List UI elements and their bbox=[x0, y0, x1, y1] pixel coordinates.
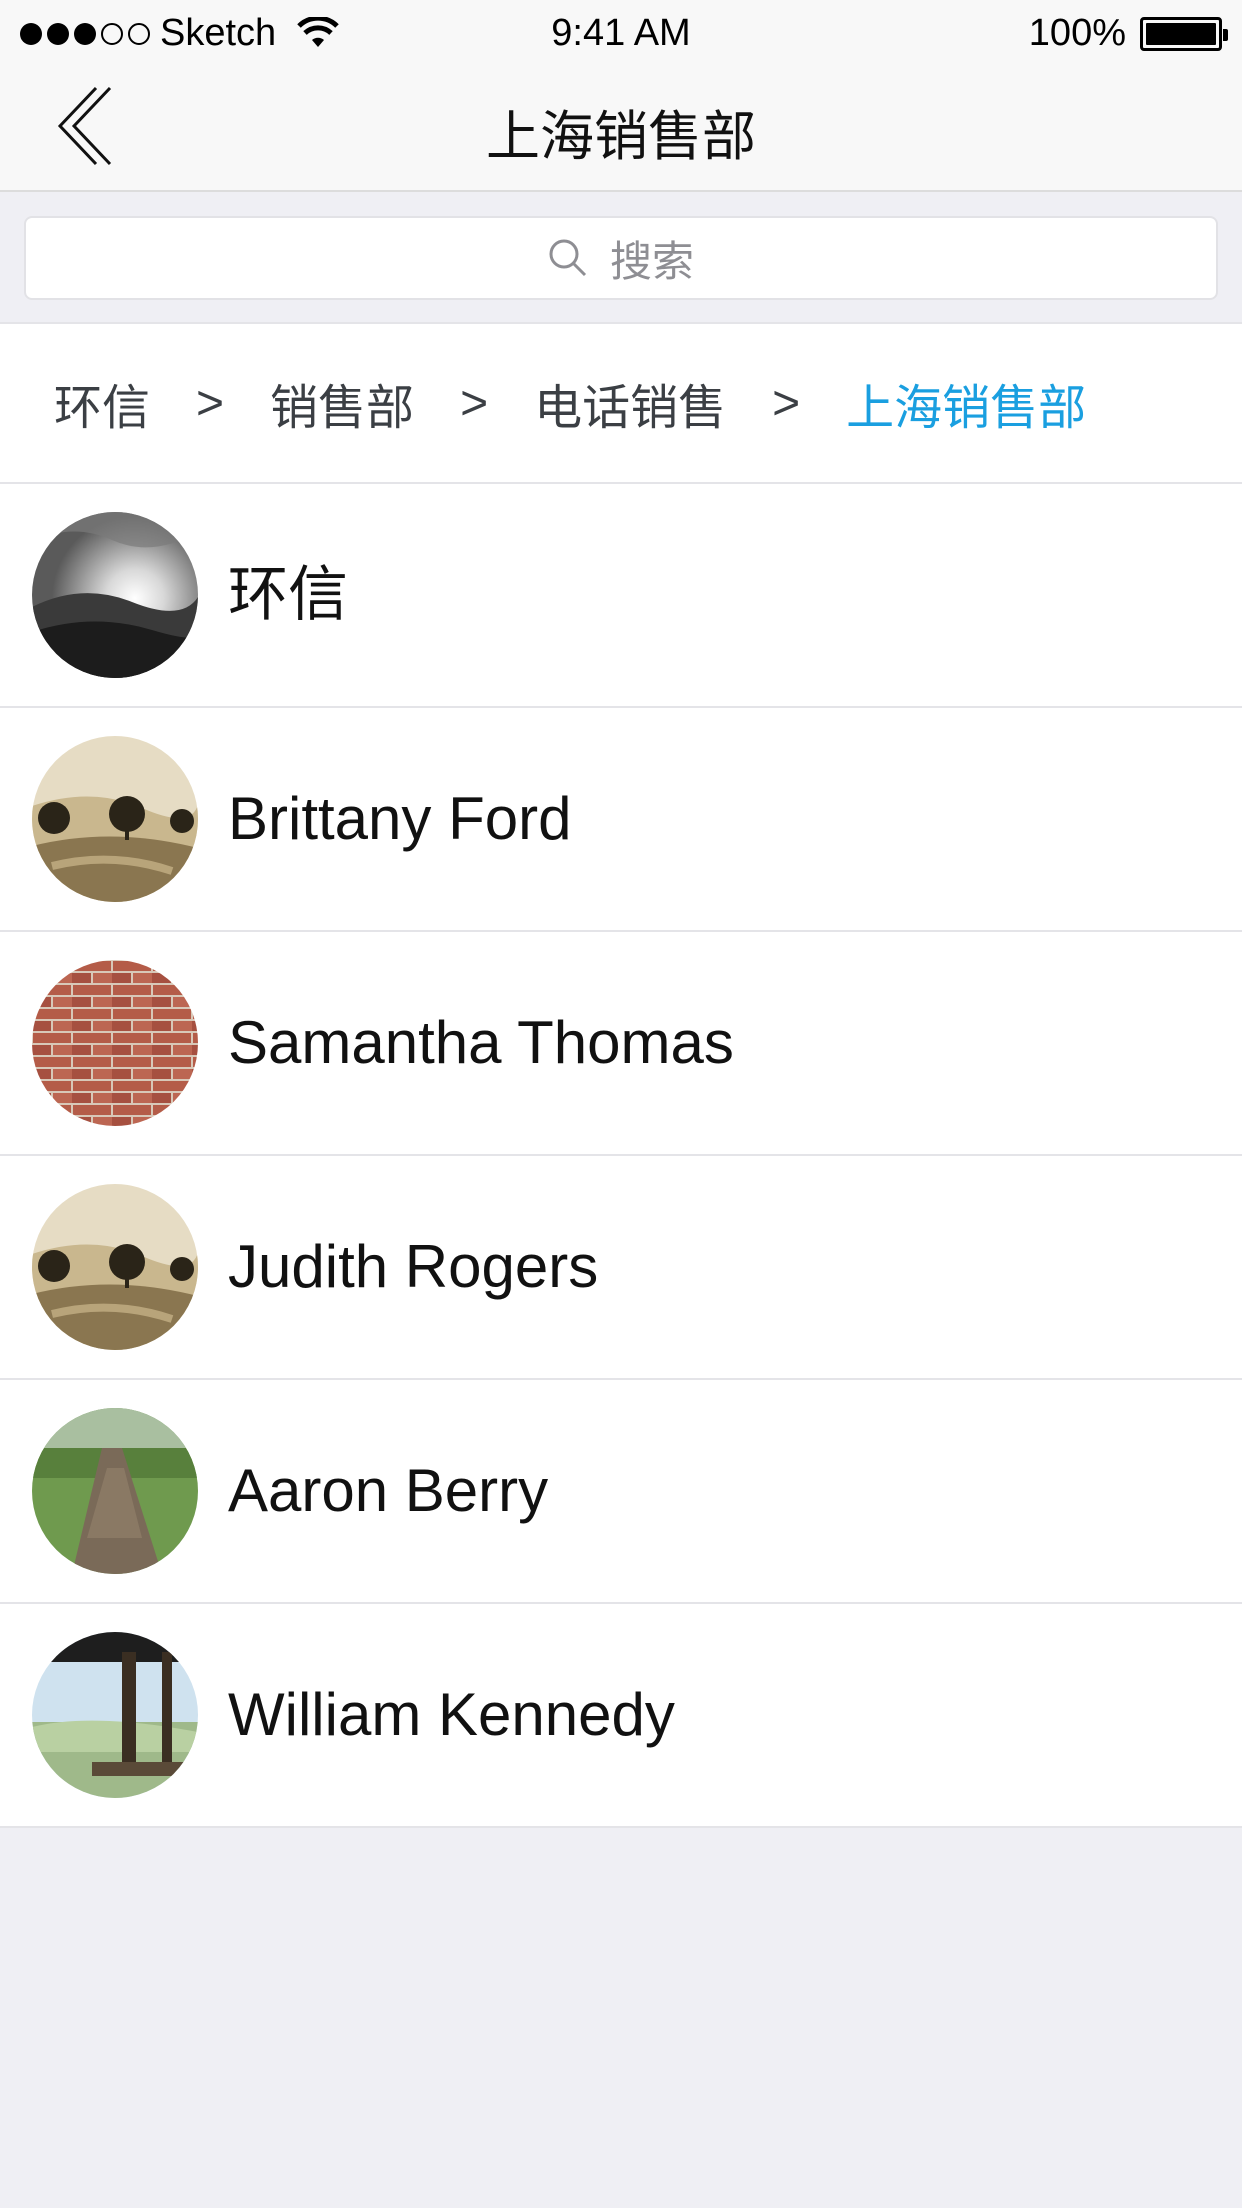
page-title: 上海销售部 bbox=[486, 107, 756, 167]
avatar-sepia-trees bbox=[32, 736, 198, 902]
avatar-sunset-hills bbox=[32, 512, 198, 678]
breadcrumb-separator: > bbox=[196, 376, 225, 430]
breadcrumb-separator: > bbox=[772, 376, 801, 430]
status-bar-right: 100% bbox=[1028, 12, 1228, 55]
breadcrumb-separator: > bbox=[460, 376, 489, 430]
breadcrumb: 环信 > 销售部 > 电话销售 > 上海销售部 bbox=[0, 324, 1242, 484]
member-name: Aaron Berry bbox=[228, 1457, 549, 1524]
list-item[interactable]: William Kennedy bbox=[0, 1604, 1242, 1828]
member-name: William Kennedy bbox=[228, 1681, 675, 1748]
avatar-sepia-trees bbox=[32, 1184, 198, 1350]
battery-icon bbox=[1140, 16, 1228, 51]
breadcrumb-item[interactable]: 销售部 bbox=[270, 368, 414, 438]
battery-fill bbox=[1146, 22, 1216, 45]
breadcrumb-item[interactable]: 电话销售 bbox=[534, 368, 726, 438]
breadcrumb-item[interactable]: 环信 bbox=[54, 368, 150, 438]
search-icon bbox=[549, 239, 587, 277]
member-list: 环信 Brittany Ford Samantha Thomas Judith … bbox=[0, 484, 1242, 1828]
search-area: 搜索 bbox=[0, 192, 1242, 324]
member-name: Brittany Ford bbox=[228, 785, 572, 852]
battery-percent: 100% bbox=[1028, 12, 1126, 54]
avatar-brick-wall bbox=[32, 960, 198, 1126]
member-name: Judith Rogers bbox=[228, 1233, 599, 1300]
avatar-forest-path bbox=[32, 1408, 198, 1574]
status-bar: Sketch 9:41 AM 100% bbox=[0, 0, 1242, 70]
member-name: 环信 bbox=[228, 561, 348, 628]
avatar bbox=[32, 736, 198, 902]
list-item[interactable]: Judith Rogers bbox=[0, 1156, 1242, 1380]
avatar bbox=[32, 1632, 198, 1798]
breadcrumb-current: 上海销售部 bbox=[846, 382, 1087, 435]
search-placeholder: 搜索 bbox=[609, 237, 694, 285]
list-item[interactable]: 环信 bbox=[0, 484, 1242, 708]
avatar bbox=[32, 1184, 198, 1350]
search-input[interactable]: 搜索 bbox=[24, 216, 1218, 300]
list-item[interactable]: Aaron Berry bbox=[0, 1380, 1242, 1604]
list-item[interactable]: Brittany Ford bbox=[0, 708, 1242, 932]
list-item[interactable]: Samantha Thomas bbox=[0, 932, 1242, 1156]
member-name: Samantha Thomas bbox=[228, 1009, 734, 1076]
avatar-dock-lake bbox=[32, 1632, 198, 1798]
navigation-bar: 上海销售部 bbox=[0, 70, 1242, 192]
avatar bbox=[32, 960, 198, 1126]
battery-tip bbox=[1223, 28, 1228, 41]
avatar bbox=[32, 512, 198, 678]
avatar bbox=[32, 1408, 198, 1574]
